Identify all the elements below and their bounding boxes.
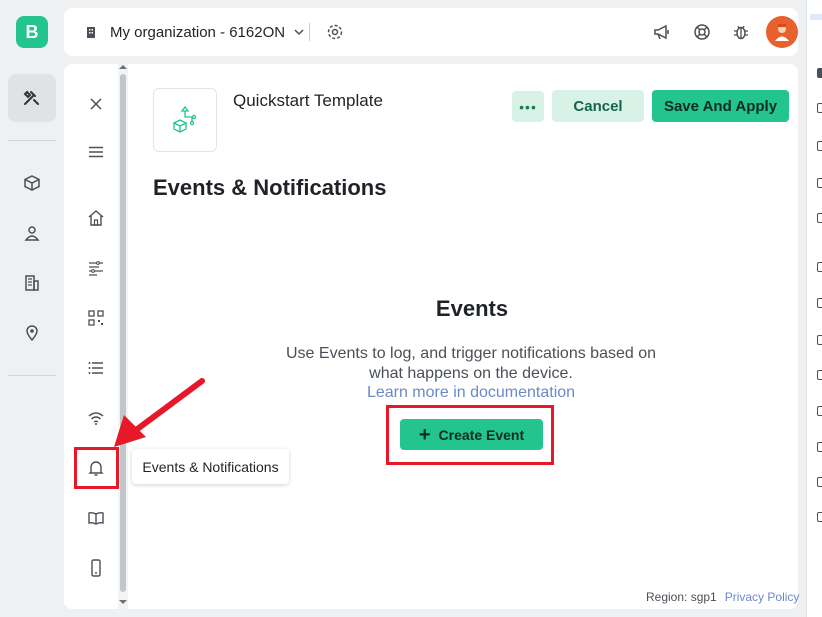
page-title: Events & Notifications bbox=[153, 175, 387, 200]
annotation-arrow-icon bbox=[114, 378, 205, 447]
datastreams-icon[interactable] bbox=[80, 252, 112, 284]
wifi-icon[interactable] bbox=[80, 402, 112, 434]
mobile-icon[interactable] bbox=[80, 552, 112, 584]
topbar-divider bbox=[309, 23, 310, 41]
panel-item-icon[interactable] bbox=[817, 442, 822, 452]
right-panel bbox=[806, 0, 822, 617]
panel-item-icon[interactable] bbox=[817, 335, 822, 345]
highlight-box-create-event bbox=[386, 405, 554, 465]
close-icon[interactable] bbox=[80, 88, 112, 120]
footer: Region: sgp1 Privacy Policy bbox=[646, 590, 799, 604]
org-selector[interactable]: My organization - 6162ON bbox=[84, 20, 305, 44]
panel-item-icon[interactable] bbox=[817, 477, 822, 487]
menu-icon[interactable] bbox=[80, 136, 112, 168]
list-icon[interactable] bbox=[80, 352, 112, 384]
qr-code-icon[interactable] bbox=[80, 302, 112, 334]
avatar[interactable] bbox=[766, 16, 798, 48]
empty-state-title: Events bbox=[435, 296, 509, 321]
building-icon bbox=[87, 27, 95, 38]
panel-item-icon[interactable] bbox=[817, 406, 822, 416]
save-and-apply-button[interactable]: Save And Apply bbox=[652, 90, 789, 122]
template-image[interactable] bbox=[153, 88, 217, 152]
empty-state-description: Use Events to log, and trigger notificat… bbox=[286, 345, 656, 382]
top-bar: My organization - 6162ON bbox=[64, 8, 798, 56]
partner-logo-icon bbox=[809, 8, 822, 36]
tools-icon[interactable] bbox=[8, 74, 56, 122]
panel-item-icon[interactable] bbox=[817, 103, 822, 113]
lifebuoy-icon[interactable] bbox=[690, 20, 714, 44]
rail-divider bbox=[8, 375, 56, 376]
cube-icon[interactable] bbox=[8, 159, 56, 207]
panel-item-icon[interactable] bbox=[817, 370, 822, 380]
template-device-icon bbox=[172, 105, 197, 134]
scroll-down-icon[interactable] bbox=[119, 600, 127, 604]
panel-item-icon[interactable] bbox=[817, 298, 822, 308]
panel-item-icon[interactable] bbox=[817, 262, 822, 272]
panel-item-icon[interactable] bbox=[817, 213, 822, 223]
app-rail: B bbox=[0, 0, 64, 617]
home-icon[interactable] bbox=[80, 202, 112, 234]
office-icon[interactable] bbox=[8, 259, 56, 307]
map-pin-icon[interactable] bbox=[8, 309, 56, 357]
panel-item-icon[interactable] bbox=[817, 68, 822, 78]
bug-icon[interactable] bbox=[729, 20, 753, 44]
cancel-button[interactable]: Cancel bbox=[552, 90, 644, 122]
panel-item-icon[interactable] bbox=[817, 512, 822, 522]
region-label: Region: sgp1 bbox=[646, 590, 717, 604]
gear-icon[interactable] bbox=[323, 20, 347, 44]
user-location-icon[interactable] bbox=[8, 209, 56, 257]
privacy-policy-link[interactable]: Privacy Policy bbox=[725, 590, 800, 604]
template-name[interactable]: Quickstart Template bbox=[233, 91, 383, 111]
sidebar-scroll-thumb[interactable] bbox=[120, 74, 126, 592]
panel-item-icon[interactable] bbox=[817, 178, 822, 188]
panel-item-icon[interactable] bbox=[817, 141, 822, 151]
app-logo[interactable]: B bbox=[16, 16, 48, 48]
book-icon[interactable] bbox=[80, 502, 112, 534]
learn-more-link[interactable]: Learn more in documentation bbox=[321, 384, 621, 402]
sidebar-tooltip: Events & Notifications bbox=[132, 449, 289, 484]
more-options-button[interactable]: ••• bbox=[512, 91, 544, 122]
megaphone-icon[interactable] bbox=[650, 20, 674, 44]
chevron-down-icon bbox=[294, 29, 304, 36]
rail-divider bbox=[8, 140, 56, 141]
org-name: My organization - 6162ON bbox=[110, 23, 286, 41]
scroll-up-icon[interactable] bbox=[119, 65, 127, 69]
